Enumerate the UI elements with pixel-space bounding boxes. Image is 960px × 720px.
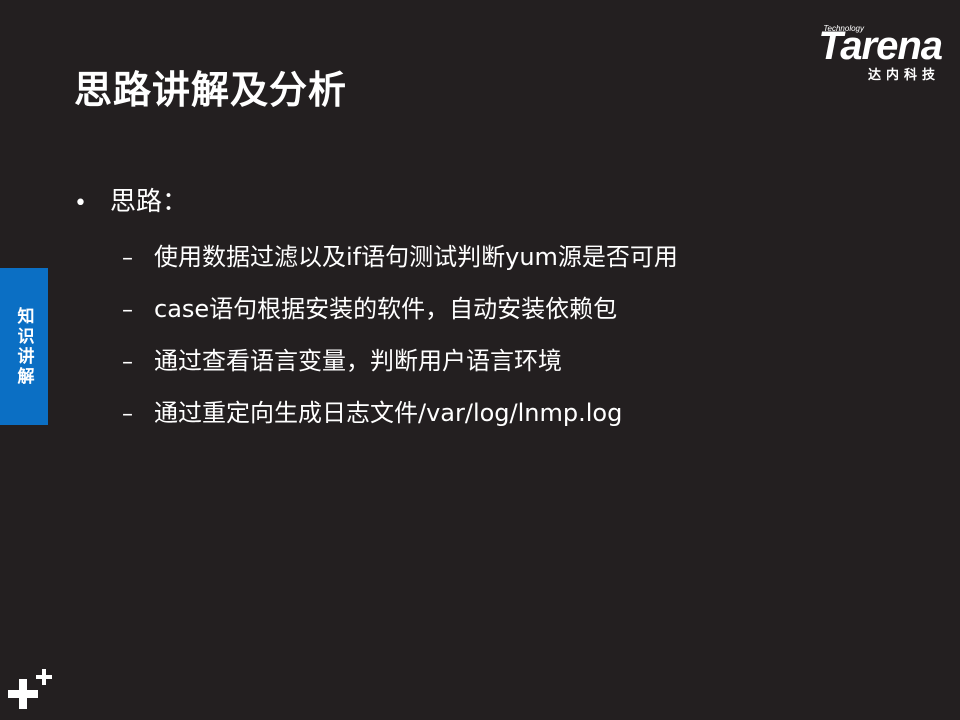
dash-marker: – <box>122 298 133 323</box>
logo-name: Tarena <box>818 24 943 68</box>
dash-marker: – <box>122 350 133 375</box>
list-item-text: 使用数据过滤以及if语句测试判断yum源是否可用 <box>154 243 678 271</box>
list-item-text: 通过重定向生成日志文件/var/log/lnmp.log <box>154 399 623 427</box>
list-item-text: 通过查看语言变量，判断用户语言环境 <box>154 347 562 375</box>
plus-mark-icon <box>8 669 52 709</box>
bullet-text: 思路： <box>110 187 189 217</box>
main-bullet: • 思路： <box>74 180 934 226</box>
list-item: – 通过查看语言变量，判断用户语言环境 <box>74 336 934 388</box>
slide: 思路讲解及分析 Technology Tarena 达内科技 知识讲解 • 思路… <box>0 0 960 720</box>
page-title: 思路讲解及分析 <box>74 68 348 112</box>
content-area: • 思路： – 使用数据过滤以及if语句测试判断yum源是否可用 – case语… <box>74 180 934 440</box>
section-tag-label: 知识讲解 <box>13 306 34 387</box>
dash-marker: – <box>122 246 133 271</box>
logo-chinese: 达内科技 <box>867 68 940 83</box>
bullet-symbol: • <box>74 191 87 216</box>
list-item: – 使用数据过滤以及if语句测试判断yum源是否可用 <box>74 232 934 284</box>
section-tag: 知识讲解 <box>0 268 48 425</box>
list-item: – case语句根据安装的软件，自动安装依赖包 <box>74 284 934 336</box>
list-item: – 通过重定向生成日志文件/var/log/lnmp.log <box>74 388 934 440</box>
dash-marker: – <box>122 402 133 427</box>
list-item-text: case语句根据安装的软件，自动安装依赖包 <box>154 295 618 323</box>
tarena-logo: Technology Tarena 达内科技 <box>772 24 943 84</box>
sub-list: – 使用数据过滤以及if语句测试判断yum源是否可用 – case语句根据安装的… <box>74 232 934 440</box>
